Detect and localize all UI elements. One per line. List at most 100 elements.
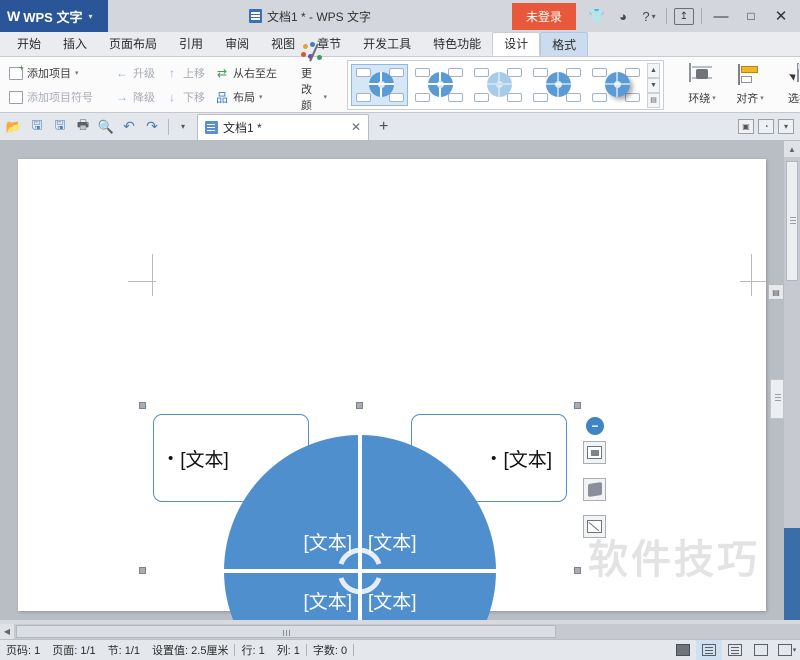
gallery-more-button[interactable]: ▤: [647, 92, 660, 108]
close-button[interactable]: ✕: [766, 0, 796, 32]
layout-options-icon[interactable]: [583, 441, 606, 464]
chevron-down-icon[interactable]: ▾: [712, 94, 716, 102]
gallery-item-style-1[interactable]: [351, 64, 408, 106]
gallery-item-style-4[interactable]: [528, 64, 585, 106]
chevron-down-icon[interactable]: ▾: [75, 69, 79, 77]
horizontal-scrollbar[interactable]: ◀: [0, 624, 800, 639]
gallery-item-style-2[interactable]: [410, 64, 467, 106]
demote-button[interactable]: → 降级: [111, 86, 159, 108]
new-tab-button[interactable]: +: [379, 118, 388, 136]
view-mode-reading[interactable]: ▾: [774, 640, 800, 660]
align-button[interactable]: 对齐 ▾: [726, 59, 774, 111]
promote-button[interactable]: ← 升级: [111, 62, 159, 84]
gallery-item-style-3[interactable]: [469, 64, 526, 106]
add-bullet-label: 添加项目符号: [27, 92, 93, 104]
arrow-left-icon: ←: [116, 66, 128, 80]
print-icon[interactable]: 🖶: [72, 116, 94, 138]
maximize-button[interactable]: □: [736, 0, 766, 32]
side-rail-grip[interactable]: [770, 379, 784, 419]
move-down-button[interactable]: ↓ 下移: [161, 86, 209, 108]
add-item-button[interactable]: 添加项目 ▾: [5, 62, 97, 84]
close-icon[interactable]: ✕: [351, 120, 361, 134]
tab-format[interactable]: 格式: [540, 32, 589, 56]
smartart-thumbnail-icon: [414, 67, 463, 103]
wps-writer-window: W WPS 文字 ▾ 文档1 * - WPS 文字 未登录 👕 ◕ ? ▾ ↥ —…: [0, 0, 800, 660]
tab-page-layout[interactable]: 页面布局: [98, 32, 168, 56]
tab-special-features[interactable]: 特色功能: [422, 32, 492, 56]
chevron-down-icon[interactable]: ▾: [760, 94, 764, 102]
move-up-button[interactable]: ↑ 上移: [161, 62, 209, 84]
ribbon-group-colors: 更改颜色▾: [290, 41, 338, 128]
divider: [701, 8, 702, 24]
wps-logo-icon: W: [7, 8, 20, 24]
tab-insert[interactable]: 插入: [52, 32, 98, 56]
page-thumbnails-button[interactable]: ▤: [768, 284, 784, 300]
save-as-icon[interactable]: 🖫: [49, 116, 71, 138]
chevron-down-icon[interactable]: ▾: [88, 12, 92, 21]
view-mode-outline[interactable]: [722, 640, 748, 660]
history-icon[interactable]: ◔: [758, 119, 774, 134]
help-icon[interactable]: ? ▾: [636, 0, 662, 32]
backup-icon[interactable]: ▣: [738, 119, 754, 134]
vertical-scroll-thumb[interactable]: [786, 161, 798, 281]
gallery-scroll-up-button[interactable]: ▲: [647, 62, 660, 78]
tab-references[interactable]: 引用: [168, 32, 214, 56]
view-mode-web[interactable]: [748, 640, 774, 660]
open-icon[interactable]: 📂: [3, 116, 25, 138]
tab-design[interactable]: 设计: [492, 32, 541, 56]
shirt-icon[interactable]: 👕: [584, 0, 610, 32]
minimize-button[interactable]: —: [706, 0, 736, 32]
more-tools-icon[interactable]: ▾: [778, 119, 794, 134]
customize-qat-button[interactable]: ▾: [174, 122, 192, 131]
border-icon[interactable]: [583, 515, 606, 538]
login-button[interactable]: 未登录: [511, 2, 576, 30]
chat-icon[interactable]: ◕: [610, 0, 636, 32]
selection-pane-button[interactable]: 选择窗格: [779, 59, 800, 111]
tab-developer[interactable]: 开发工具: [352, 32, 422, 56]
view-mode-full-screen[interactable]: [670, 640, 696, 660]
gallery-scroll-down-button[interactable]: ▼: [647, 77, 660, 93]
wrap-text-button[interactable]: 环绕 ▾: [678, 59, 726, 111]
collapse-button[interactable]: −: [586, 417, 604, 435]
layout-button[interactable]: 品 布局 ▾: [211, 86, 267, 108]
redo-icon[interactable]: ↷: [141, 116, 163, 138]
scroll-up-button[interactable]: ▲: [784, 141, 800, 157]
view-mode-page[interactable]: [696, 640, 722, 660]
tab-review[interactable]: 审阅: [214, 32, 260, 56]
print-preview-icon[interactable]: 🔍: [95, 116, 117, 138]
fill-icon[interactable]: [583, 478, 606, 501]
right-to-left-button[interactable]: ⇄ 从右至左: [211, 62, 281, 84]
chevron-down-icon[interactable]: ▾: [259, 93, 263, 101]
divider: [353, 644, 355, 656]
tab-start[interactable]: 开始: [6, 32, 52, 56]
vertical-scrollbar[interactable]: ▲: [784, 141, 800, 620]
promote-label: 升级: [133, 68, 155, 80]
add-item-label: 添加项目: [27, 68, 71, 80]
bullet-list-icon: [9, 90, 23, 104]
status-col: 列: 1: [276, 645, 300, 657]
chevron-down-icon[interactable]: ▾: [323, 93, 327, 101]
qat-right-tools: ▣ ◔ ▾: [738, 119, 800, 134]
margin-guide: [128, 281, 156, 282]
quick-access-toolbar: 📂 🖫 🖫 🖶 🔍 ↶ ↷ ▾ 文档1 * ✕ + ▣ ◔ ▾: [0, 113, 800, 141]
smartart-node-text: [文本]: [180, 449, 229, 471]
document-canvas[interactable]: 软件技巧 • [文本] • [文本] •: [0, 141, 800, 620]
gallery-item-style-5[interactable]: [587, 64, 644, 106]
document-tab[interactable]: 文档1 * ✕: [197, 113, 369, 140]
scroll-left-button[interactable]: ◀: [0, 624, 14, 639]
divider: [168, 118, 169, 135]
save-icon[interactable]: 🖫: [26, 116, 48, 138]
undo-icon[interactable]: ↶: [118, 116, 140, 138]
swap-horizontal-icon: ⇄: [216, 66, 228, 80]
horizontal-scroll-thumb[interactable]: [16, 625, 556, 638]
title-bar: W WPS 文字 ▾ 文档1 * - WPS 文字 未登录 👕 ◕ ? ▾ ↥ —…: [0, 0, 800, 32]
wps-brand-tab[interactable]: W WPS 文字 ▾: [0, 0, 108, 32]
add-bullet-button[interactable]: 添加项目符号: [5, 86, 97, 108]
share-icon[interactable]: ↥: [671, 0, 697, 32]
smartart-graphic[interactable]: • [文本] • [文本] • [文本] • [文本] [文本] [文本]: [139, 402, 581, 620]
status-row: 行: 1: [241, 645, 265, 657]
layout-label: 布局: [233, 92, 255, 104]
smartart-thumbnail-icon: [473, 67, 522, 103]
title-bar-actions: 未登录 👕 ◕ ? ▾ ↥ — □ ✕: [511, 0, 800, 32]
ribbon-group-arrange2: 环绕▾ 对齐▾ 选择窗格: [673, 57, 800, 113]
